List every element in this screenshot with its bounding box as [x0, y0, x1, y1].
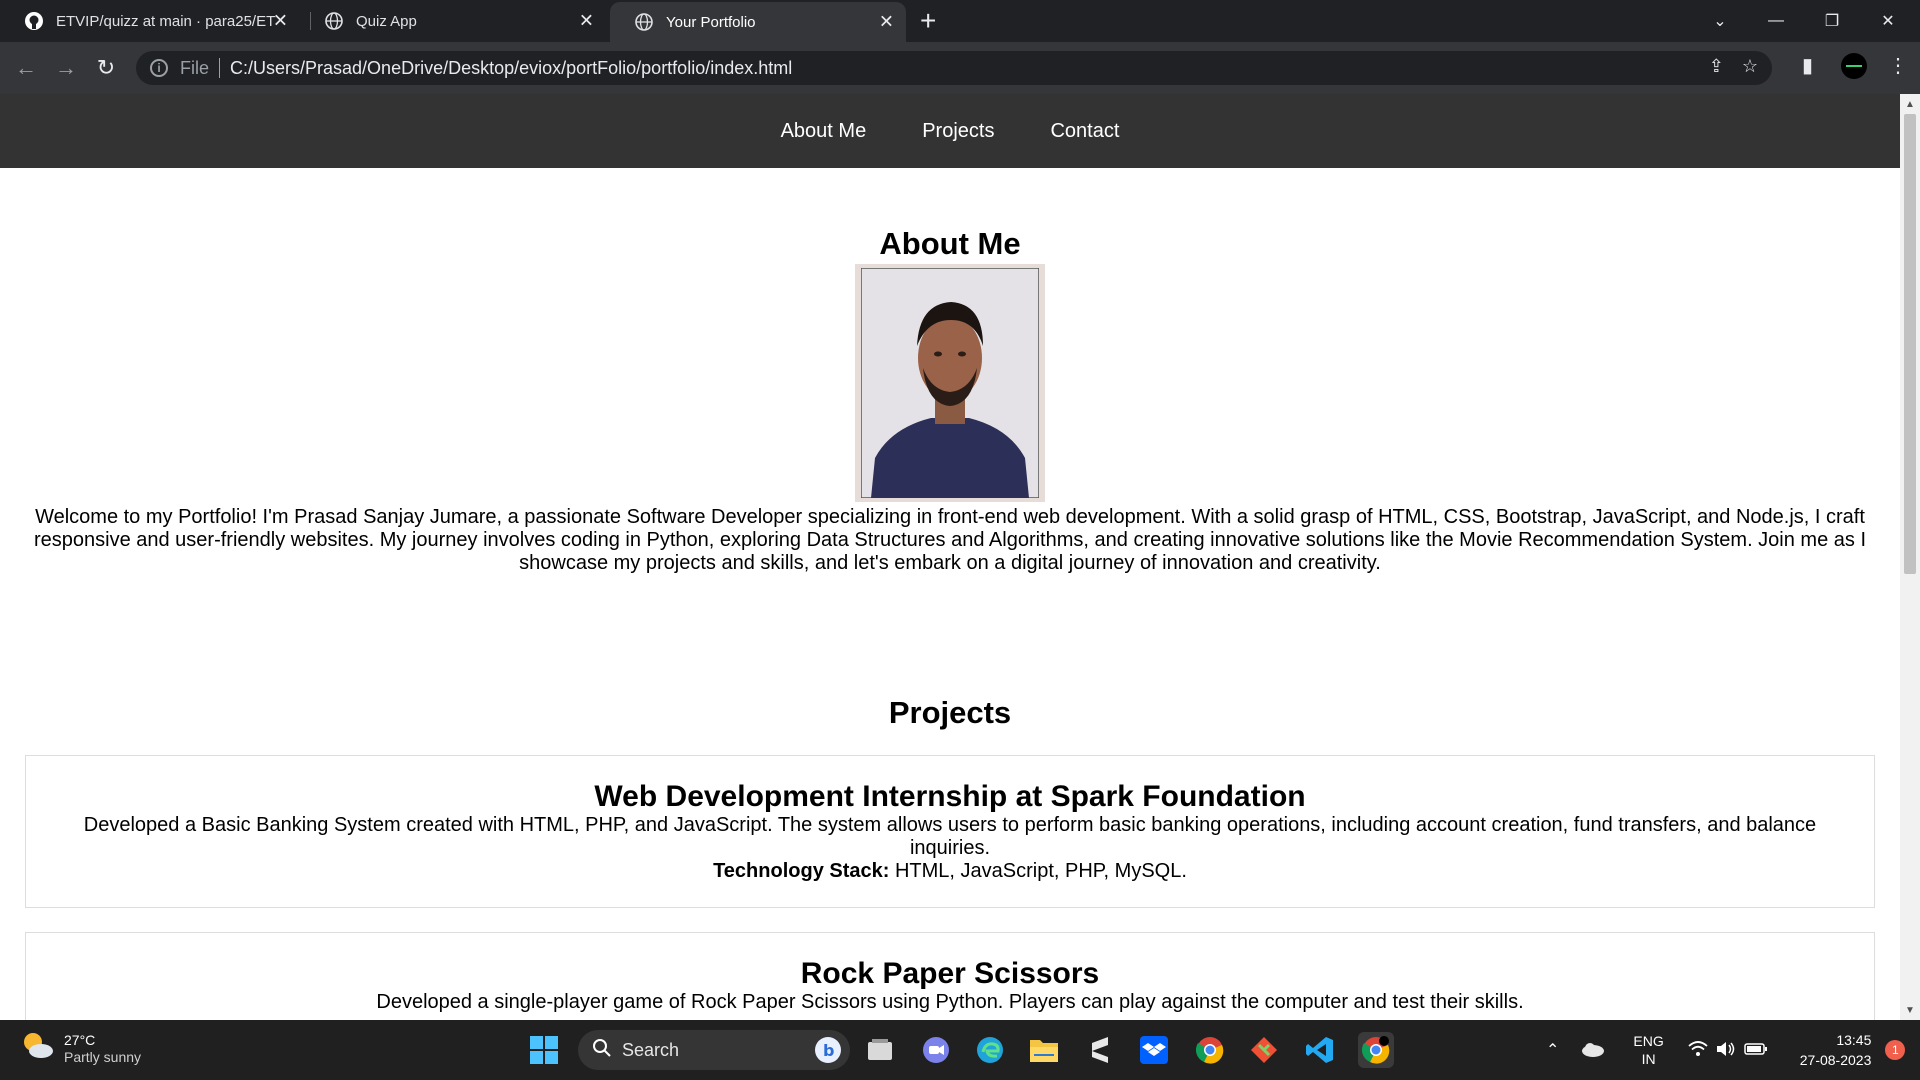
task-view-icon[interactable]: [862, 1032, 898, 1068]
share-icon[interactable]: ⇪: [1709, 56, 1724, 77]
partly-sunny-icon: [20, 1030, 54, 1065]
clock-time: 13:45: [1836, 1032, 1872, 1048]
sublime-text-icon[interactable]: [1082, 1032, 1118, 1068]
bookmark-star-icon[interactable]: ☆: [1742, 56, 1758, 77]
address-bar[interactable]: i File C:/Users/Prasad/OneDrive/Desktop/…: [136, 51, 1772, 85]
weather-temperature: 27°C: [64, 1031, 96, 1048]
side-panel-icon[interactable]: ▮: [1802, 53, 1813, 78]
windows-taskbar: 27°C Partly sunny Search b ⌃ ENG IN 13:4…: [0, 1020, 1920, 1080]
clock-date: 27-08-2023: [1799, 1052, 1872, 1068]
teams-chat-icon[interactable]: [918, 1032, 954, 1068]
project-title: Rock Paper Scissors: [800, 957, 1100, 990]
browser-toolbar: ← → ↻ i File C:/Users/Prasad/OneDrive/De…: [0, 42, 1920, 94]
tech-stack-value: HTML, JavaScript, PHP, MySQL.: [889, 860, 1187, 882]
clock[interactable]: 13:45 27-08-2023: [1800, 1030, 1872, 1070]
tab-title: Quiz App: [356, 12, 417, 30]
globe-icon: [324, 11, 344, 31]
tab-github[interactable]: ETVIP/quizz at main · para25/ETV ✕: [0, 0, 300, 42]
scroll-down-arrow-icon[interactable]: ▼: [1900, 1002, 1920, 1018]
nav-link-contact[interactable]: Contact: [1050, 120, 1119, 143]
page-viewport: About Me Projects Contact About Me Welco…: [0, 94, 1900, 1020]
nav-link-about[interactable]: About Me: [781, 120, 867, 143]
tab-quiz-app[interactable]: Quiz App ✕: [300, 0, 606, 42]
notification-badge[interactable]: 1: [1885, 1040, 1906, 1060]
page-scrollbar[interactable]: ▲ ▼: [1900, 94, 1920, 1020]
svg-text:b: b: [823, 1041, 834, 1060]
minimize-icon[interactable]: —: [1748, 0, 1804, 42]
project-description: Developed a single-player game of Rock P…: [376, 991, 1524, 1013]
projects-section: Projects Web Development Internship at S…: [0, 695, 1900, 1020]
chrome-profile-icon[interactable]: [1358, 1032, 1394, 1068]
volume-icon[interactable]: [1716, 1041, 1736, 1060]
windows-start-icon[interactable]: [526, 1032, 562, 1068]
profile-photo: [855, 264, 1045, 502]
battery-icon[interactable]: [1744, 1041, 1768, 1060]
weather-widget[interactable]: 27°C Partly sunny: [20, 1030, 141, 1065]
weather-condition: Partly sunny: [64, 1048, 142, 1065]
project-card: Rock Paper Scissors Developed a single-p…: [25, 932, 1875, 1020]
chevron-up-icon[interactable]: ⌃: [1546, 1040, 1559, 1060]
restore-icon[interactable]: ❐: [1804, 0, 1860, 42]
search-icon: [592, 1038, 612, 1063]
region-code: IN: [1641, 1051, 1656, 1067]
bing-icon: b: [814, 1036, 842, 1069]
notification-count: 1: [1892, 1043, 1899, 1057]
address-actions: ⇪ ☆: [1709, 56, 1758, 77]
search-label: Search: [622, 1039, 680, 1060]
browser-tab-bar: ETVIP/quizz at main · para25/ETV ✕ Quiz …: [0, 0, 1920, 42]
profile-avatar[interactable]: [1840, 52, 1868, 86]
tab-title: ETVIP/quizz at main · para25/ETV: [56, 12, 276, 30]
profile-photo-image: [861, 268, 1039, 498]
back-icon[interactable]: ←: [12, 54, 40, 82]
menu-kebab-icon[interactable]: ⋮: [1888, 53, 1908, 78]
scrollbar-thumb[interactable]: [1904, 114, 1916, 574]
address-scheme: File: [180, 57, 210, 78]
projects-heading: Projects: [888, 695, 1012, 730]
tab-your-portfolio[interactable]: Your Portfolio ✕: [610, 2, 906, 42]
wifi-icon[interactable]: [1688, 1040, 1708, 1060]
system-tray: ⌃ ENG IN 13:45 27-08-2023 1: [1546, 1020, 1906, 1080]
tech-stack-label: Technology Stack:: [713, 860, 890, 882]
new-tab-button[interactable]: +: [920, 6, 936, 36]
about-heading: About Me: [879, 226, 1021, 261]
forward-icon[interactable]: →: [52, 54, 80, 82]
file-explorer-icon[interactable]: [1026, 1032, 1062, 1068]
project-card: Web Development Internship at Spark Foun…: [25, 755, 1875, 908]
globe-icon: [634, 12, 654, 32]
close-icon[interactable]: ✕: [879, 12, 894, 33]
language-indicator[interactable]: ENG IN: [1633, 1032, 1663, 1068]
nav-link-projects[interactable]: Projects: [922, 120, 994, 143]
address-divider: [219, 58, 221, 78]
address-url: C:/Users/Prasad/OneDrive/Desktop/eviox/p…: [230, 57, 793, 78]
vscode-icon[interactable]: [1302, 1032, 1338, 1068]
language-code: ENG: [1633, 1033, 1664, 1049]
project-title: Web Development Internship at Spark Foun…: [594, 780, 1306, 813]
close-window-icon[interactable]: ✕: [1860, 0, 1916, 42]
project-tech-stack: Technology Stack: HTML, JavaScript, PHP,…: [74, 860, 1826, 883]
git-gui-icon[interactable]: [1246, 1032, 1282, 1068]
scroll-up-arrow-icon[interactable]: ▲: [1900, 96, 1920, 112]
tab-title: Your Portfolio: [666, 13, 756, 31]
close-icon[interactable]: ✕: [273, 11, 288, 32]
tab-search-chevron-icon[interactable]: ⌄: [1692, 0, 1748, 42]
dropbox-icon[interactable]: [1136, 1032, 1172, 1068]
reload-icon[interactable]: ↻: [92, 54, 120, 82]
about-bio: Welcome to my Portfolio! I'm Prasad Sanj…: [33, 506, 1867, 574]
project-description: Developed a Basic Banking System created…: [83, 814, 1817, 859]
onedrive-cloud-icon[interactable]: [1581, 1041, 1605, 1060]
about-section: About Me Welcome to my Portfolio! I'm Pr…: [0, 168, 1900, 575]
chrome-icon[interactable]: [1192, 1032, 1228, 1068]
taskbar-search-box[interactable]: Search b: [578, 1030, 850, 1070]
site-navbar: About Me Projects Contact: [0, 94, 1900, 168]
info-icon[interactable]: i: [150, 59, 168, 77]
edge-browser-icon[interactable]: [972, 1032, 1008, 1068]
close-icon[interactable]: ✕: [579, 11, 594, 32]
github-icon: [24, 11, 44, 31]
